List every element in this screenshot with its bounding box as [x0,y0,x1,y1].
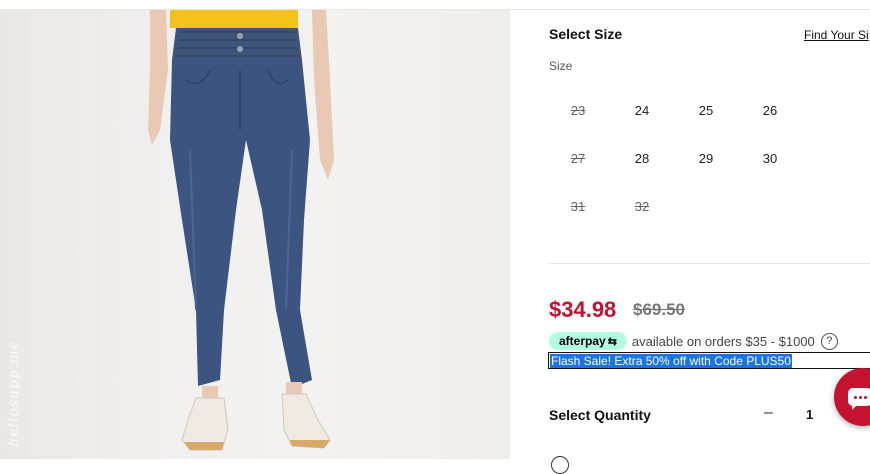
afterpay-text: available on orders $35 - $1000 [631,333,815,349]
size-option-30[interactable]: 30 [738,134,802,182]
divider [549,263,870,264]
right-sneaker [281,393,331,449]
promo-banner: Flash Sale! Extra 50% off with Code PLUS… [548,352,870,369]
afterpay-badge[interactable]: afterpay ⇆ [549,332,627,350]
sale-price: $34.98 [549,297,617,322]
chat-icon [848,388,870,410]
help-icon[interactable]: ? [820,332,838,350]
watermark: hellosupp.me [6,340,22,447]
size-option-23[interactable]: 23 [546,86,610,134]
find-your-size-link[interactable]: Find Your Si [804,28,869,42]
size-option-27[interactable]: 27 [546,134,610,182]
size-option-31[interactable]: 31 [546,182,610,230]
afterpay-row: afterpay ⇆ available on orders $35 - $10… [549,332,838,350]
yellow-top [170,10,298,28]
afterpay-logo-icon: ⇆ [607,335,617,348]
size-option-24[interactable]: 24 [610,86,674,134]
size-option-29[interactable]: 29 [674,134,738,182]
size-label: Size [549,59,573,73]
afterpay-label: afterpay [559,334,606,348]
size-option-32[interactable]: 32 [610,182,674,230]
quantity-decrease-button[interactable]: – [764,404,773,422]
select-quantity-title: Select Quantity [549,407,651,423]
select-size-title: Select Size [549,26,623,42]
size-grid: 23 24 25 26 27 28 29 30 31 32 [546,86,806,230]
original-price: $69.50 [633,300,685,319]
quantity-value: 1 [806,407,814,422]
product-image[interactable]: hellosupp.me [0,10,510,459]
size-option-26[interactable]: 26 [738,86,802,134]
promo-text: Flash Sale! Extra 50% off with Code PLUS… [550,354,792,368]
size-option-25[interactable]: 25 [674,86,738,134]
product-details-panel: Select Size Find Your Si Size 23 24 25 2… [511,10,870,474]
jeans-illustration [148,10,334,451]
top-border [0,0,870,10]
size-option-28[interactable]: 28 [610,134,674,182]
